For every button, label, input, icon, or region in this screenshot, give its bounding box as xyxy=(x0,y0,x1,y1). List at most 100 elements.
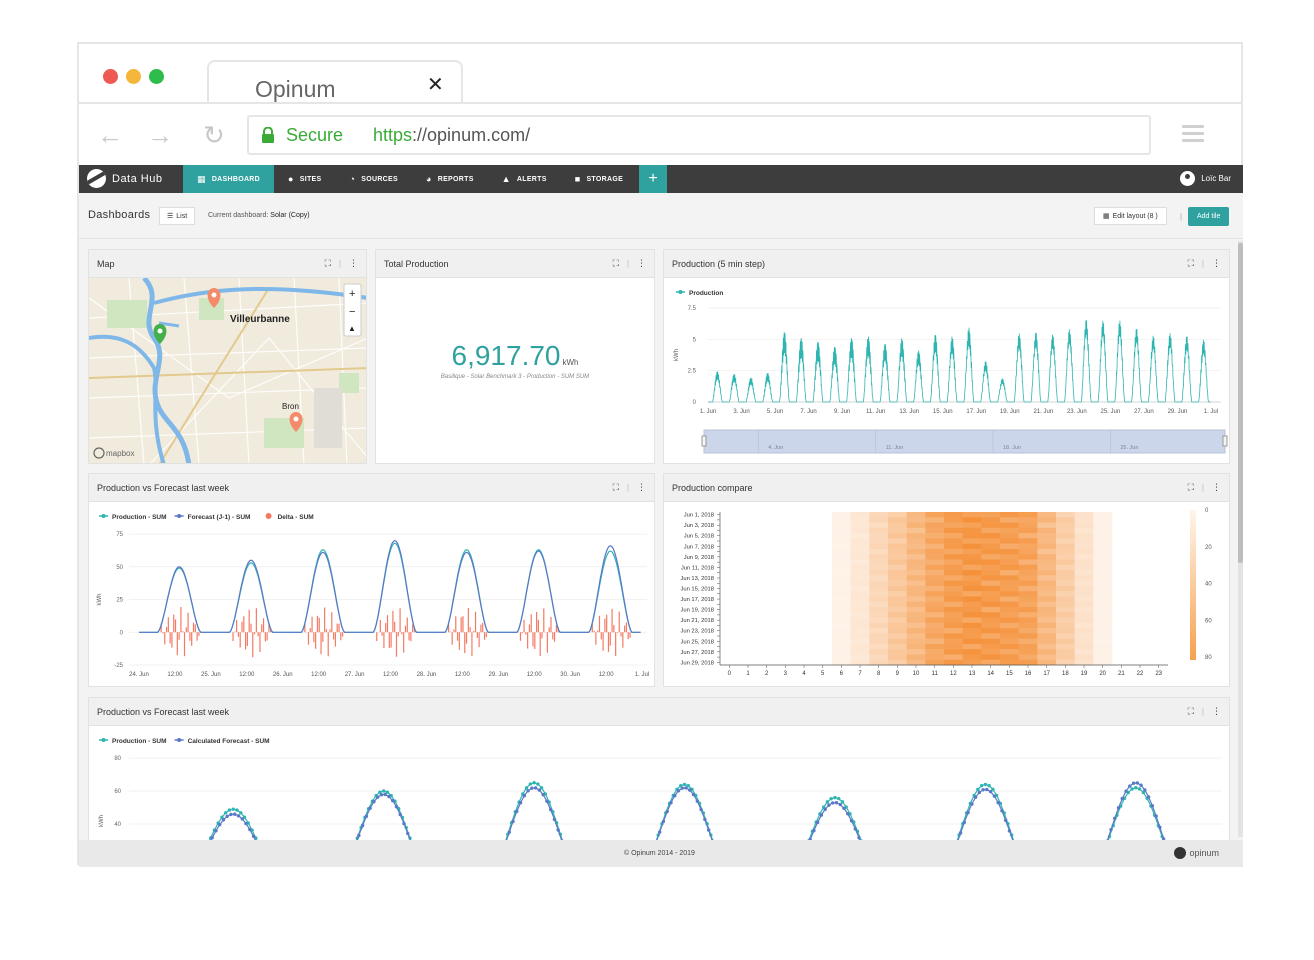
close-window-button[interactable] xyxy=(103,69,118,84)
nav-item-dashboard[interactable]: ▦ DASHBOARD xyxy=(183,165,275,193)
heatmap-cell xyxy=(925,659,945,666)
map-view[interactable]: Villeurbanne Bron + − ▲ mapbox xyxy=(89,278,366,463)
scroll-thumb[interactable] xyxy=(1238,243,1243,563)
brand[interactable]: Data Hub xyxy=(87,169,162,188)
more-vertical-icon[interactable]: ⋮ xyxy=(637,482,646,493)
maximize-window-button[interactable] xyxy=(149,69,164,84)
forecast-chart-2[interactable]: Production - SUM Calculated Forecast - SU… xyxy=(89,726,1229,846)
more-vertical-icon[interactable]: ⋮ xyxy=(1212,482,1221,493)
nav-item-sources[interactable]: ◔ SOURCES xyxy=(336,165,412,193)
heatmap-cell xyxy=(888,633,907,639)
heatmap-cell xyxy=(832,533,851,539)
heatmap-cell xyxy=(1000,575,1019,581)
page-scrollbar[interactable] xyxy=(1238,241,1243,837)
fullscreen-icon[interactable]: ⛶ xyxy=(613,482,619,493)
compare-heatmap[interactable]: Jun 1, 2018 Jun 3, 2018 Jun 5, 2018 Jun 7, … xyxy=(664,502,1229,686)
zoom-in-icon[interactable]: + xyxy=(349,288,355,300)
heatmap-cell xyxy=(1018,622,1038,629)
heatmap-cell xyxy=(1018,612,1038,618)
x-tick-label: 12:00 xyxy=(311,672,327,678)
heatmap-cell xyxy=(888,554,907,560)
fullscreen-icon[interactable]: ⛶ xyxy=(325,258,331,269)
edit-layout-button[interactable]: ▦ Edit layout (8 ) xyxy=(1094,207,1167,225)
fullscreen-icon[interactable]: ⛶ xyxy=(613,258,619,269)
heatmap-cell xyxy=(944,649,963,655)
legend-item[interactable]: Production - SUM xyxy=(99,514,167,521)
heatmap-cell xyxy=(1074,638,1094,645)
user-menu[interactable]: Loïc Bar xyxy=(1180,171,1231,186)
legend-item[interactable]: Calculated Forecast - SUM xyxy=(174,738,270,745)
tab-close-icon[interactable]: ✕ xyxy=(427,72,444,97)
nav-item-reports[interactable]: ◕ REPORTS xyxy=(412,165,488,193)
delta-bar xyxy=(241,621,243,633)
heatmap-cell xyxy=(850,522,870,529)
heatmap-cell xyxy=(1018,559,1038,566)
x-tick-label: 2 xyxy=(765,671,769,677)
x-tick-label: 13. Jun xyxy=(899,409,919,415)
zoom-out-icon[interactable]: − xyxy=(349,306,355,318)
back-arrow-icon[interactable]: ← xyxy=(97,120,123,151)
x-tick-label: 18 xyxy=(1062,671,1069,677)
heatmap-cell xyxy=(1074,606,1094,613)
delta-bar xyxy=(165,626,168,633)
heatmap-cell xyxy=(888,543,907,550)
mapbox-label: mapbox xyxy=(106,449,134,458)
heatmap-cell xyxy=(925,596,945,602)
navigator-handle-left[interactable] xyxy=(701,435,707,447)
fullscreen-icon[interactable]: ⛶ xyxy=(1188,706,1194,717)
heatmap-cell xyxy=(962,570,982,576)
fullscreen-icon[interactable]: ⛶ xyxy=(1188,482,1194,493)
url-input[interactable]: Secure https://opinum.com/ xyxy=(247,115,1151,155)
add-tile-button[interactable]: Add tile xyxy=(1188,207,1230,226)
nav-item-alerts[interactable]: ▲ ALERTS xyxy=(488,165,561,193)
user-name: Loïc Bar xyxy=(1201,174,1231,183)
fullscreen-icon[interactable]: ⛶ xyxy=(1188,258,1194,269)
browser-tab[interactable]: Opinum ✕ xyxy=(207,60,463,104)
delta-bar xyxy=(602,632,604,651)
x-tick-label: 14 xyxy=(987,671,994,677)
delta-bar xyxy=(625,622,628,633)
production-5min-chart[interactable]: Production 0 2.5 5 7.5 kWh 1. Jun 3. Jun 5. Jun 7… xyxy=(664,278,1229,463)
tile-map: Map ⛶ | ⋮ Villeurbanne Bron + − ▲ mapbox xyxy=(88,249,367,464)
heatmap-cell xyxy=(981,543,1001,550)
minimize-window-button[interactable] xyxy=(126,69,141,84)
legend-item[interactable]: Forecast (J-1) - SUM xyxy=(174,514,251,521)
forward-arrow-icon[interactable]: → xyxy=(147,120,173,151)
heatmap-cell xyxy=(962,554,982,560)
heatmap-cell xyxy=(981,654,1001,661)
y-tick-label: Jun 23, 2018 xyxy=(680,629,714,635)
heatmap-cell xyxy=(1018,649,1038,655)
compass-icon[interactable]: ▲ xyxy=(348,324,356,333)
heatmap-cell xyxy=(1037,543,1057,550)
tile-title: Production (5 min step) xyxy=(672,259,766,269)
heatmap-cell xyxy=(850,554,870,560)
nav-item-sites[interactable]: ● SITES xyxy=(274,165,335,193)
more-vertical-icon[interactable]: ⋮ xyxy=(349,258,358,269)
legend-item[interactable]: Production - SUM xyxy=(99,738,167,745)
x-tick-label: 11 xyxy=(932,671,939,677)
more-vertical-icon[interactable]: ⋮ xyxy=(1212,706,1221,717)
reload-icon[interactable]: ↻ xyxy=(203,120,225,151)
add-button[interactable]: + xyxy=(639,165,668,193)
map-canvas[interactable]: Villeurbanne Bron + − ▲ mapbox xyxy=(89,278,366,463)
legend-item[interactable]: Production xyxy=(676,290,723,297)
heatmap-cell xyxy=(850,538,870,544)
delta-bar xyxy=(528,624,531,633)
delta-bar xyxy=(236,619,238,633)
navigator-handle-right[interactable] xyxy=(1222,435,1228,447)
list-button[interactable]: ☰ List xyxy=(159,207,196,225)
delta-bar xyxy=(397,632,399,637)
heatmap-cell xyxy=(888,601,907,608)
delta-bar xyxy=(613,625,615,633)
heatmap-cell xyxy=(850,564,870,571)
more-vertical-icon[interactable]: ⋮ xyxy=(637,258,646,269)
more-vertical-icon[interactable]: ⋮ xyxy=(1212,258,1221,269)
browser-menu-icon[interactable] xyxy=(1182,125,1204,146)
forecast-chart[interactable]: Production - SUM Forecast (J-1) - SUM Delt… xyxy=(89,502,654,686)
delta-bar xyxy=(311,616,313,633)
nav-item-storage[interactable]: ■ STORAGE xyxy=(561,165,637,193)
heatmap-cell xyxy=(869,564,889,571)
heatmap-cell xyxy=(1000,512,1019,518)
heatmap-cell xyxy=(962,548,982,555)
legend-item[interactable]: Delta - SUM xyxy=(265,513,314,521)
